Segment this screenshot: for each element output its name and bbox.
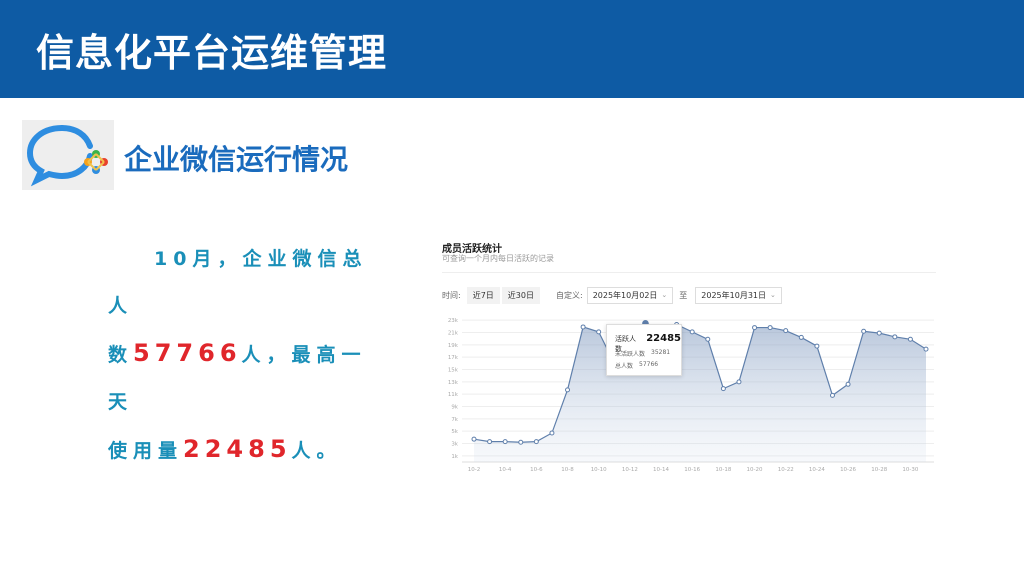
x-tick-label: 10-22 (778, 467, 794, 473)
data-point (471, 436, 477, 442)
data-point (876, 330, 882, 336)
tooltip-inactive-label: 未活跃人数 (615, 351, 646, 358)
x-tick-label: 10-26 (840, 467, 856, 473)
data-point (705, 336, 711, 342)
data-point (565, 387, 571, 393)
tooltip-inactive-value: 35281 (651, 349, 671, 356)
x-tick-label: 10-14 (653, 467, 669, 473)
data-point (907, 336, 913, 342)
data-point (549, 430, 555, 436)
y-tick-label: 17k (448, 355, 459, 361)
data-point (502, 439, 508, 445)
y-tick-label: 19k (448, 343, 459, 349)
summary-line3-suffix: 人。 (291, 440, 342, 462)
data-point (767, 325, 773, 331)
x-tick-label: 10-2 (468, 467, 480, 473)
x-tick-label: 10-16 (684, 467, 700, 473)
data-point (533, 439, 539, 445)
x-tick-label: 10-10 (591, 467, 607, 473)
x-tick-label: 10-8 (561, 467, 574, 473)
y-tick-label: 1k (451, 454, 458, 460)
data-point (814, 343, 820, 349)
data-point (596, 329, 602, 335)
series-area (474, 323, 926, 462)
data-point (923, 346, 929, 352)
x-tick-label: 10-24 (809, 467, 825, 473)
data-point (689, 329, 695, 335)
data-point (829, 392, 835, 398)
data-point (487, 439, 493, 445)
peak-users-number: 22485 (183, 435, 292, 463)
page-title: 信息化平台运维管理 (36, 31, 388, 75)
page-header: 信息化平台运维管理 (0, 0, 1024, 98)
y-tick-label: 21k (448, 331, 459, 337)
x-tick-label: 10-20 (747, 467, 763, 473)
data-point (798, 334, 804, 340)
data-point (518, 439, 524, 445)
x-tick-label: 10-18 (715, 467, 731, 473)
data-point (580, 324, 586, 330)
y-tick-label: 3k (451, 442, 458, 448)
activity-chart-card: 成员活跃统计 可查询一个月内每日活跃的记录 时间: 近7日 近30日 自定义: … (430, 228, 944, 478)
y-tick-label: 7k (451, 417, 458, 423)
y-tick-label: 13k (448, 380, 459, 386)
x-tick-label: 10-28 (871, 467, 887, 473)
data-point (783, 328, 789, 334)
summary-line2-prefix: 数 (108, 344, 134, 366)
y-tick-label: 9k (451, 405, 458, 411)
chart-tooltip: 活跃人数 22485 未活跃人数 35281 总人数 57766 (606, 324, 682, 376)
data-point (892, 334, 898, 340)
activity-area-chart: 1k 3k 5k 7k 9k 11k 13k 15k 17k 19k 21k 23k 10-2 10-4 1… (448, 318, 934, 473)
summary-line1: 10月，企业微信总人 (108, 248, 368, 317)
summary-text: 10月，企业微信总人 数57766人，最高一天 使用量22485人。 (108, 236, 378, 475)
y-tick-label: 5k (451, 429, 458, 435)
tooltip-total-label: 总人数 (615, 363, 634, 370)
wecom-logo-icon (22, 120, 114, 190)
summary-line3-prefix: 使用量 (108, 440, 184, 462)
data-point (736, 379, 742, 385)
x-tick-label: 10-4 (499, 467, 512, 473)
y-tick-label: 15k (448, 368, 459, 374)
data-point (861, 328, 867, 334)
x-tick-label: 10-6 (530, 467, 543, 473)
total-users-number: 57766 (133, 339, 242, 367)
section-title: 企业微信运行情况 (124, 143, 349, 176)
tooltip-total-value: 57766 (639, 361, 659, 368)
data-point (720, 386, 726, 392)
x-tick-label: 10-12 (622, 467, 638, 473)
x-tick-label: 10-30 (902, 467, 918, 473)
y-tick-label: 11k (448, 392, 459, 398)
y-tick-label: 23k (448, 318, 459, 324)
data-point (752, 325, 758, 331)
data-point (845, 381, 851, 387)
tooltip-active-value: 22485 (646, 333, 681, 344)
